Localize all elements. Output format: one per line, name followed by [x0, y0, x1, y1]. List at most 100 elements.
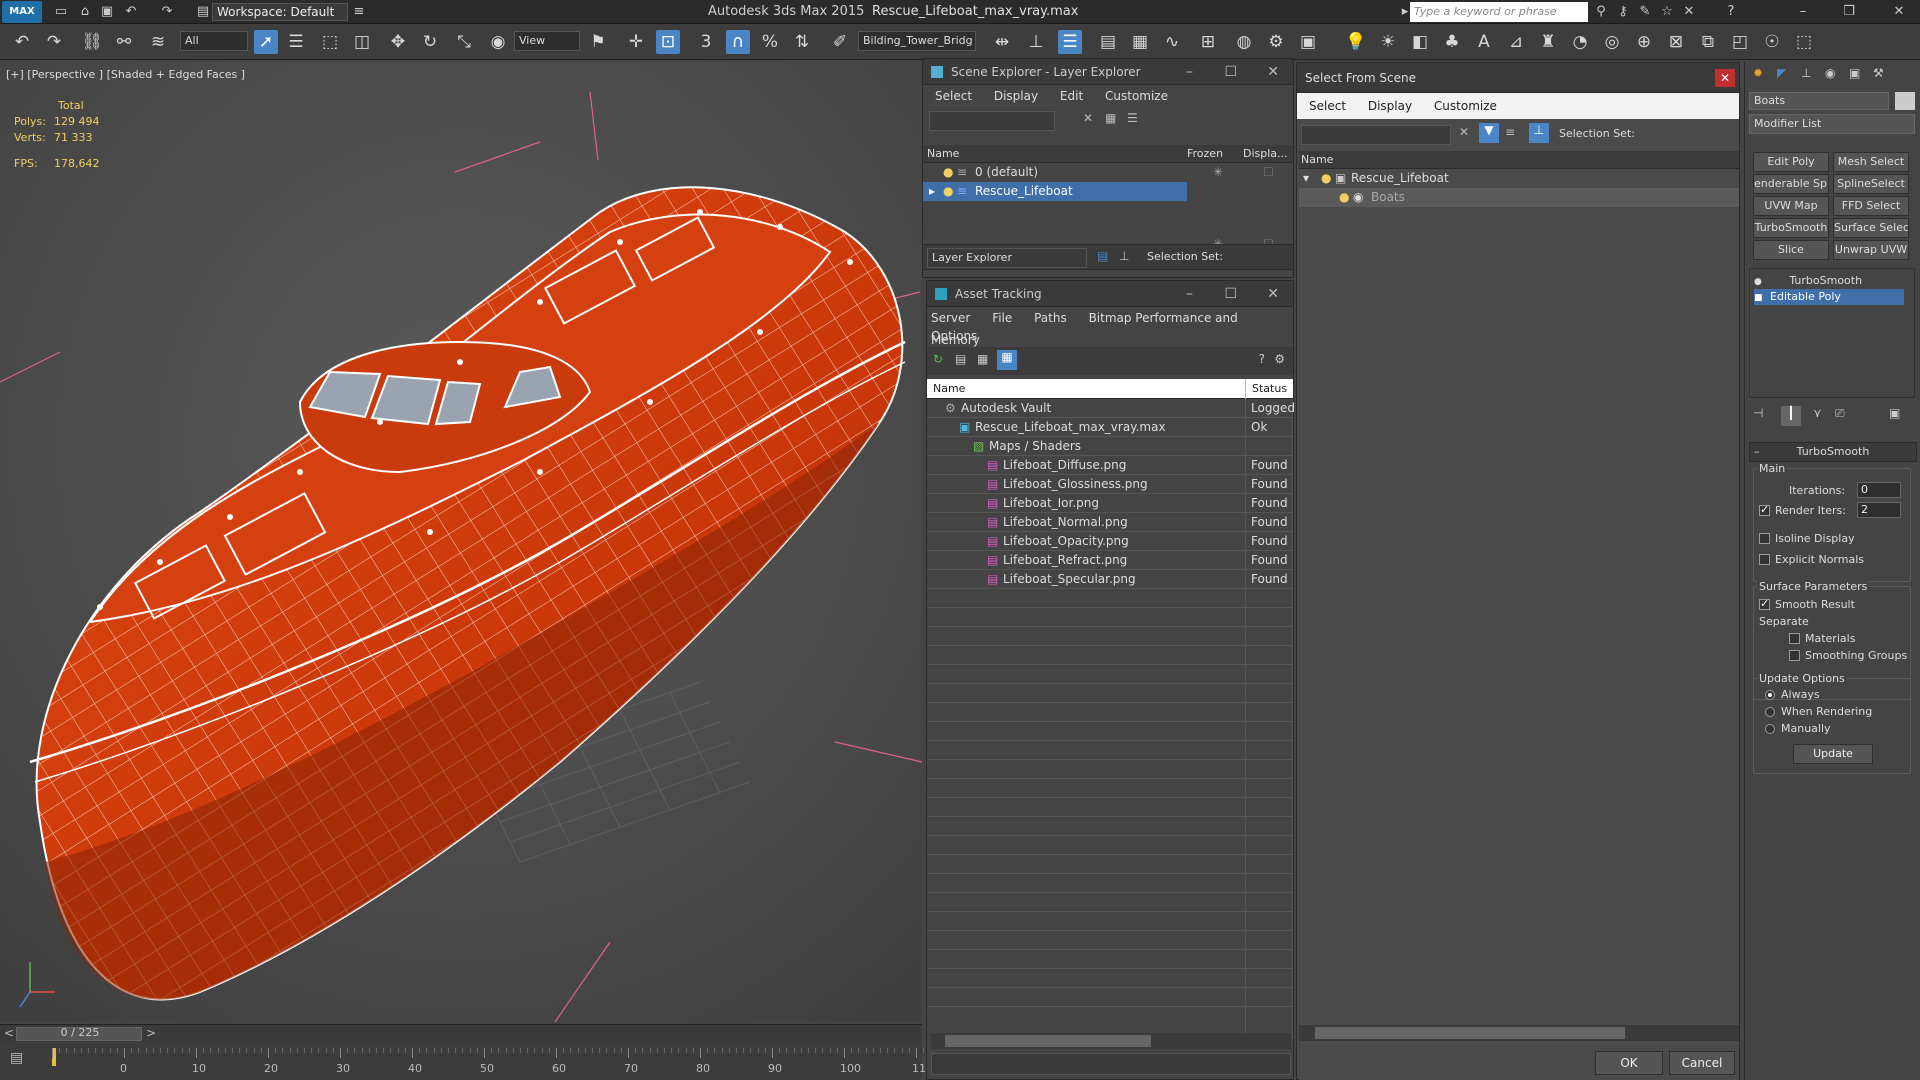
rectangular-selection-icon[interactable]: ⬚: [318, 30, 342, 54]
vray-proxy-icon[interactable]: ⊕: [1632, 30, 1656, 54]
update-button[interactable]: Update: [1793, 744, 1873, 764]
light-bulb-icon[interactable]: ●: [1339, 188, 1349, 207]
render-setup-icon[interactable]: ⚙: [1264, 30, 1288, 54]
tree-row-rescue-lifeboat[interactable]: ▾ ● ▣ Rescue_Lifeboat: [1299, 169, 1739, 188]
manually-radio[interactable]: [1765, 724, 1775, 734]
scene-explorer-search-input[interactable]: [929, 111, 1055, 131]
mesh-select-button[interactable]: Mesh Select: [1833, 152, 1909, 172]
move-icon[interactable]: ✥: [386, 30, 410, 54]
vray-fur-icon[interactable]: ⊠: [1664, 30, 1688, 54]
unlink-icon[interactable]: ⚯: [112, 30, 136, 54]
menu-customize[interactable]: Customize: [1105, 89, 1168, 103]
scrollbar-thumb[interactable]: [945, 1035, 1151, 1047]
render-iters-spinner[interactable]: 2: [1857, 502, 1901, 518]
menu-options[interactable]: Options: [931, 329, 977, 343]
modify-tab-icon[interactable]: ◤: [1777, 66, 1786, 80]
menu-edit[interactable]: Edit: [1060, 89, 1083, 103]
edit-named-selection-icon[interactable]: ✐: [828, 30, 852, 54]
vray-options-icon[interactable]: ☉: [1760, 30, 1784, 54]
search-input[interactable]: Type a keyword or phrase: [1410, 2, 1588, 22]
iterations-spinner[interactable]: 0: [1857, 482, 1901, 498]
object-color-swatch[interactable]: [1895, 92, 1915, 110]
menu-paths[interactable]: Paths: [1034, 311, 1067, 325]
surface-select-button[interactable]: Surface Select: [1833, 218, 1909, 238]
pin-stack-icon[interactable]: ⊣: [1753, 406, 1763, 420]
asset-row[interactable]: ▤ Lifeboat_Glossiness.png Found: [927, 475, 1292, 494]
materials-checkbox[interactable]: [1789, 633, 1800, 644]
asset-path-field[interactable]: [931, 1053, 1291, 1075]
smooth-result-checkbox[interactable]: [1759, 597, 1770, 610]
window-crossing-icon[interactable]: ◫: [350, 30, 374, 54]
perspective-viewport[interactable]: [0, 62, 922, 1022]
layers-icon[interactable]: ≡: [1505, 125, 1515, 139]
filter-icon[interactable]: ▼: [1479, 123, 1499, 143]
menu-display[interactable]: Display: [1368, 99, 1412, 113]
edit-poly-button[interactable]: Edit Poly: [1753, 152, 1829, 172]
redo-tool-icon[interactable]: ↷: [42, 30, 66, 54]
workspace-dropdown[interactable]: Workspace: Default: [212, 3, 348, 21]
ok-button[interactable]: OK: [1595, 1051, 1663, 1075]
layer-row-default[interactable]: ● ≡ 0 (default) ✳ ☐: [923, 163, 1293, 182]
asset-row[interactable]: ▣ Rescue_Lifeboat_max_vray.max Ok: [927, 418, 1292, 437]
settings-icon[interactable]: ⚙: [1274, 352, 1285, 366]
scene-explorer-toggle-icon[interactable]: ☰: [1058, 30, 1082, 54]
col-name[interactable]: Name: [1301, 151, 1333, 169]
refresh-icon[interactable]: ↻: [933, 352, 943, 366]
display-tab-icon[interactable]: ▣: [1849, 66, 1860, 80]
when-rendering-radio[interactable]: [1765, 707, 1775, 717]
create-tab-icon[interactable]: ✹: [1753, 66, 1763, 80]
motion-tab-icon[interactable]: ◉: [1825, 66, 1835, 80]
light-bulb-icon[interactable]: ●: [1754, 277, 1762, 287]
favorites-star-icon[interactable]: ☆: [1658, 3, 1676, 21]
isoline-display-checkbox[interactable]: [1759, 533, 1770, 544]
save-file-icon[interactable]: ▣: [98, 3, 116, 21]
graphite-ribbon-icon[interactable]: ▦: [1128, 30, 1152, 54]
ffd-select-button[interactable]: FFD Select: [1833, 196, 1909, 216]
help-icon[interactable]: ?: [1722, 3, 1740, 21]
hierarchy-tab-icon[interactable]: ⊥: [1801, 66, 1811, 80]
stack-item-turbosmooth[interactable]: ● TurboSmooth: [1754, 273, 1904, 289]
expand-icon[interactable]: ■: [1754, 293, 1763, 303]
asset-row[interactable]: ▤ Lifeboat_Ior.png Found: [927, 494, 1292, 513]
keyboard-shortcut-override-icon[interactable]: ⊡: [656, 30, 680, 54]
viewport-label[interactable]: [+] [Perspective ] [Shaded + Edged Faces…: [6, 68, 245, 81]
app-logo[interactable]: MAX: [2, 1, 42, 23]
asset-row[interactable]: ▤ Lifeboat_Opacity.png Found: [927, 532, 1292, 551]
camera-icon[interactable]: ◧: [1408, 30, 1432, 54]
minimize-icon[interactable]: –: [1186, 281, 1193, 307]
vray-plane-icon[interactable]: ⧉: [1696, 30, 1720, 54]
undo-icon[interactable]: ↶: [122, 3, 140, 21]
asset-row[interactable]: ⚙ Autodesk Vault Logged: [927, 399, 1295, 418]
asset-row[interactable]: ▤ Lifeboat_Diffuse.png Found: [927, 456, 1292, 475]
spinner-snap-icon[interactable]: ⇅: [790, 30, 814, 54]
display-icon[interactable]: ☐: [1263, 163, 1274, 182]
freeze-snowflake-icon[interactable]: ✳: [1213, 163, 1223, 182]
percent-snap-icon[interactable]: %: [758, 30, 782, 54]
restore-icon[interactable]: ❐: [1840, 3, 1858, 21]
named-selection-dropdown[interactable]: Bilding_Tower_Bridg: [858, 31, 976, 51]
project-folder-icon[interactable]: ▤: [194, 3, 212, 21]
rotate-icon[interactable]: ↻: [418, 30, 442, 54]
redo-icon[interactable]: ↷: [158, 3, 176, 21]
find-icon[interactable]: ▦: [1105, 111, 1116, 125]
vray-frame-buffer-icon[interactable]: ⬚: [1792, 30, 1816, 54]
layer-explorer-icon[interactable]: ▤: [1097, 249, 1108, 263]
modifier-list-dropdown[interactable]: Modifier List: [1749, 114, 1915, 134]
object-name-field[interactable]: Boats: [1749, 92, 1889, 110]
close-icon[interactable]: ✕: [1267, 281, 1279, 307]
collapse-icon[interactable]: –: [1754, 443, 1760, 461]
hierarchy-icon[interactable]: ⊥: [1529, 123, 1549, 143]
workspace-menu-icon[interactable]: ≡: [350, 3, 368, 21]
light-bulb-icon[interactable]: ●: [943, 163, 953, 182]
close-icon[interactable]: ✕: [1267, 59, 1279, 85]
select-by-name-icon[interactable]: ☰: [284, 30, 308, 54]
clear-search-icon[interactable]: ✕: [1459, 125, 1469, 139]
light-bulb-icon[interactable]: ●: [943, 182, 953, 201]
menu-select[interactable]: Select: [935, 89, 972, 103]
minimize-icon[interactable]: –: [1186, 59, 1193, 85]
menu-select[interactable]: Select: [1309, 99, 1346, 113]
asset-row[interactable]: ▧ Maps / Shaders: [927, 437, 1292, 456]
list-view-icon[interactable]: ▤: [955, 352, 966, 366]
vray-sun-icon[interactable]: ◔: [1568, 30, 1592, 54]
bind-space-warp-icon[interactable]: ≋: [146, 30, 170, 54]
